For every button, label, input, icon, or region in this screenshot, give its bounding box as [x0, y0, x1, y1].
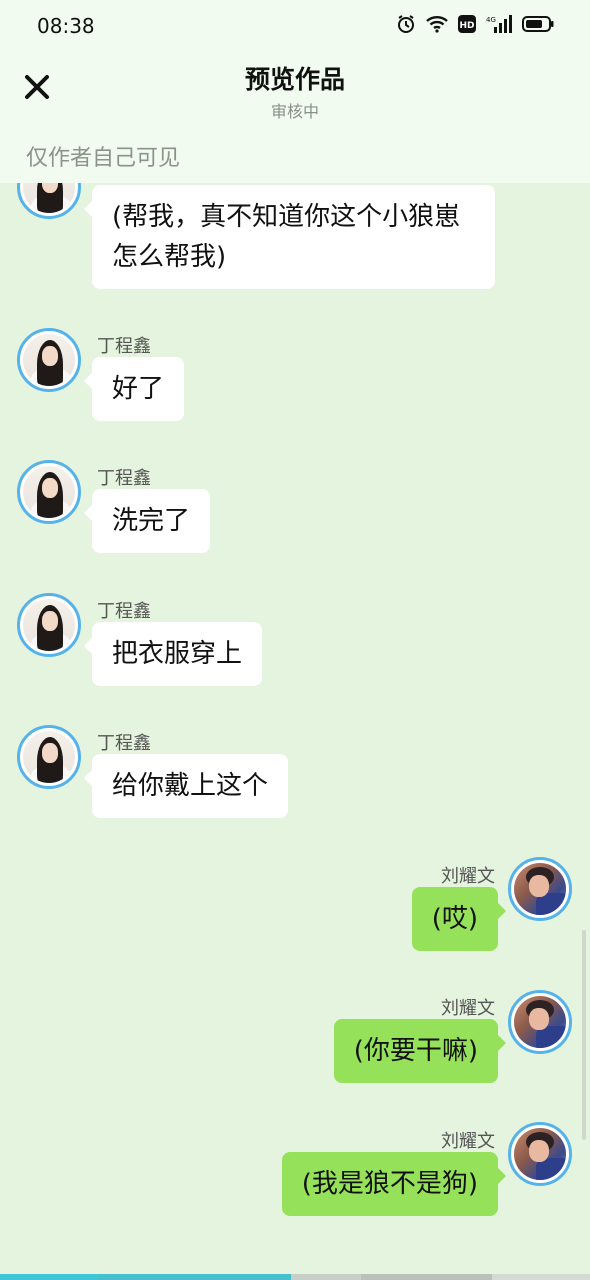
hd-icon: HD	[458, 15, 476, 37]
page-title: 预览作品	[244, 65, 345, 94]
battery-icon	[522, 15, 554, 37]
sender-name: 刘耀文	[441, 866, 495, 887]
bottom-progress-bar	[0, 1274, 590, 1280]
visibility-notice: 仅作者自己可见	[26, 146, 181, 171]
sender-name: 刘耀文	[441, 998, 495, 1019]
message-text: 洗完了	[112, 506, 191, 536]
sender-name: 丁程鑫	[97, 733, 151, 754]
message-bubble[interactable]: (你要干嘛)	[333, 1019, 507, 1083]
svg-text:4G: 4G	[486, 16, 496, 24]
message-text: 把衣服穿上	[112, 639, 243, 669]
message-text: (哎)	[431, 904, 478, 934]
avatar-self[interactable]	[508, 990, 572, 1054]
avatar-self[interactable]	[508, 857, 572, 921]
message-bubble[interactable]: 给你戴上这个	[83, 754, 289, 818]
signal-4g-icon: 4G	[486, 15, 512, 37]
message-bubble[interactable]: (帮我，真不知道你这个小狼崽怎么帮我)	[84, 185, 495, 289]
message-bubble[interactable]: 把衣服穿上	[83, 622, 263, 686]
scrollbar[interactable]	[582, 930, 586, 1140]
message-bubble[interactable]: (哎)	[411, 887, 507, 951]
sender-name: 丁程鑫	[97, 336, 151, 357]
avatar-sender[interactable]	[17, 328, 81, 392]
sender-name: 丁程鑫	[97, 601, 151, 622]
avatar-sender[interactable]	[17, 593, 81, 657]
top-header: 08:38 HD 4G 预览作品 审核中 仅作者自己可见	[0, 0, 590, 183]
avatar-sender[interactable]	[17, 725, 81, 789]
message-text: 好了	[112, 374, 165, 404]
alarm-icon	[396, 14, 416, 38]
svg-text:HD: HD	[459, 21, 474, 31]
chat-area[interactable]: (帮我，真不知道你这个小狼崽怎么帮我) 丁程鑫 好了 丁程鑫 洗完了 丁程鑫 把…	[0, 0, 590, 1280]
message-text: (你要干嘛)	[353, 1036, 478, 1066]
message-bubble[interactable]: (我是狼不是狗)	[281, 1152, 507, 1216]
message-text: (帮我，真不知道你这个小狼崽怎么帮我)	[112, 202, 461, 272]
message-bubble[interactable]: 好了	[83, 357, 185, 421]
status-icons: HD 4G	[396, 14, 554, 38]
avatar-sender[interactable]	[17, 460, 81, 524]
message-text: (我是狼不是狗)	[301, 1169, 478, 1199]
sender-name: 刘耀文	[441, 1131, 495, 1152]
message-text: 给你戴上这个	[112, 771, 269, 801]
sender-name: 丁程鑫	[97, 468, 151, 489]
status-time: 08:38	[37, 14, 95, 38]
avatar-self[interactable]	[508, 1122, 572, 1186]
message-bubble[interactable]: 洗完了	[83, 489, 211, 553]
wifi-icon	[426, 15, 448, 37]
review-status: 审核中	[270, 102, 319, 121]
